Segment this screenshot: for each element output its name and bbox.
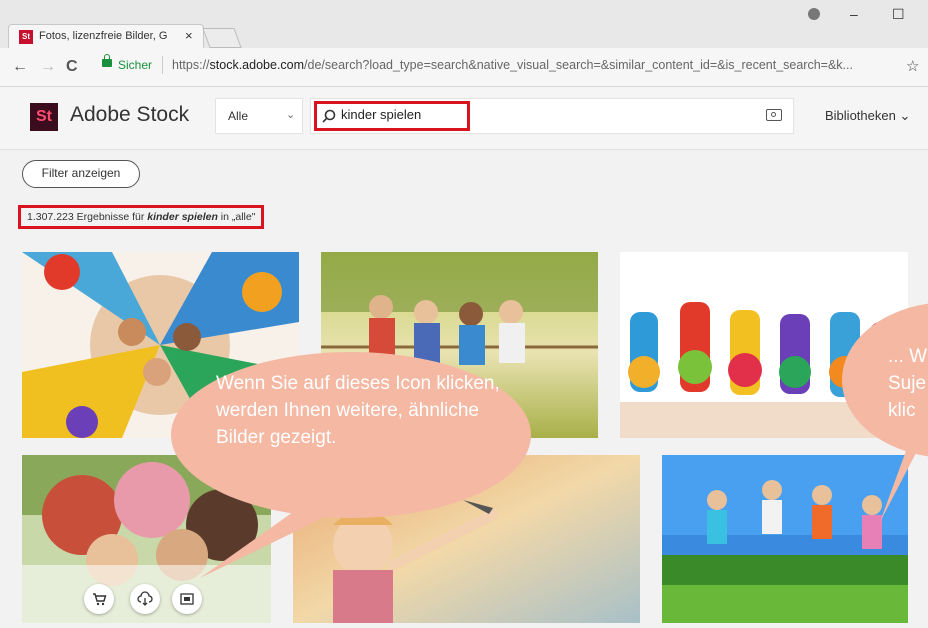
url-prefix: https:// [172, 58, 210, 72]
url-separator [162, 56, 163, 74]
browser-tab[interactable]: St Fotos, lizenzfreie Bilder, G × [8, 24, 204, 48]
cloud-download-icon [137, 591, 153, 606]
results-scope: in „alle" [220, 211, 256, 223]
results-count: 1.307.223 [27, 211, 74, 223]
browser-tabstrip: St Fotos, lizenzfreie Bilder, G × – ☐ [0, 0, 928, 48]
lock-icon [102, 54, 112, 67]
results-label: Ergebnisse für [76, 211, 145, 223]
reload-icon[interactable]: C [66, 58, 78, 76]
url-path: /de/search?load_type=search&native_visua… [304, 58, 853, 72]
camera-icon[interactable] [766, 109, 782, 121]
search-scope-dropdown[interactable]: Alle ⌄ [215, 98, 303, 134]
license-download-button[interactable] [130, 584, 160, 614]
callout-main-text: Wenn Sie auf dieses Icon klicken, werden… [216, 373, 500, 448]
url-field[interactable]: Sicher https://stock.adobe.com/de/search… [94, 53, 894, 79]
profile-icon[interactable] [808, 8, 820, 20]
results-query: kinder spielen [147, 211, 218, 223]
back-arrow-icon[interactable]: ← [12, 58, 28, 76]
cart-icon [93, 593, 107, 606]
url-text: https://stock.adobe.com/de/search?load_t… [172, 58, 882, 72]
bookmark-star-icon[interactable]: ☆ [906, 57, 919, 75]
results-summary: 1.307.223 Ergebnisse für kinder spielen … [18, 205, 265, 229]
maximize-button[interactable]: ☐ [892, 6, 905, 23]
add-to-cart-button[interactable] [84, 584, 114, 614]
chevron-down-icon: ⌄ [286, 109, 296, 121]
minimize-button[interactable]: – [850, 6, 858, 22]
libraries-menu[interactable]: Bibliotheken ⌄ [825, 108, 910, 124]
find-similar-button[interactable] [172, 584, 202, 614]
filter-button[interactable]: Filter anzeigen [22, 160, 140, 188]
search-highlight-box [314, 101, 470, 131]
url-host: stock.adobe.com [209, 58, 305, 72]
find-similar-icon [180, 593, 194, 605]
brand-name[interactable]: Adobe Stock [70, 103, 189, 127]
forward-arrow-icon[interactable]: → [40, 58, 56, 76]
adobe-stock-favicon-icon: St [19, 30, 33, 44]
secure-label: Sicher [118, 58, 153, 72]
new-tab-button[interactable] [202, 28, 242, 48]
adobe-stock-logo[interactable]: St [30, 103, 58, 131]
callout-right-text: ... W Suje klic [888, 346, 928, 421]
tab-close-icon[interactable]: × [185, 28, 193, 43]
address-bar: ← → C Sicher https://stock.adobe.com/de/… [0, 48, 928, 87]
tab-title: Fotos, lizenzfreie Bilder, G [39, 30, 168, 42]
scope-selected: Alle [228, 109, 249, 123]
